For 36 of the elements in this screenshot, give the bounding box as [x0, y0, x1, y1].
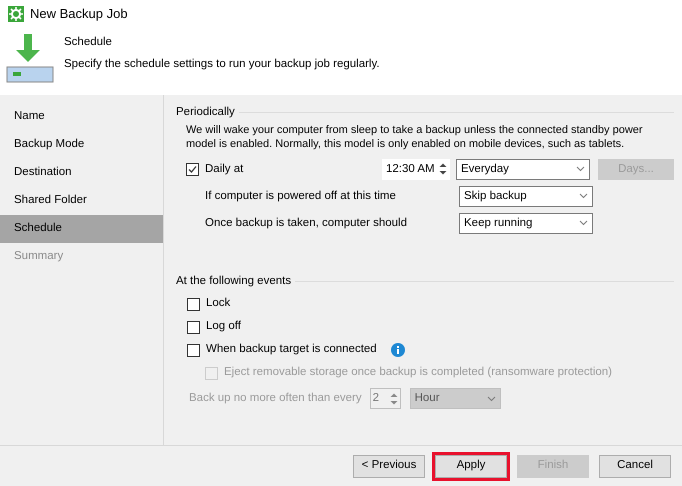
wizard-button[interactable]: Cancel — [599, 454, 671, 478]
option-label: Once backup is taken, computer should — [205, 216, 408, 231]
wizard-step[interactable]: Destination — [0, 159, 163, 187]
gear-icon — [8, 6, 24, 22]
spinner-icon[interactable] — [438, 161, 448, 178]
checkbox-label: Log off — [206, 319, 241, 334]
wizard-button[interactable]: < Previous — [353, 454, 425, 478]
wizard-step[interactable]: Schedule — [0, 215, 163, 243]
checkbox-label: When backup target is connected — [206, 342, 377, 358]
wizard-step[interactable]: Shared Folder — [0, 187, 163, 215]
checkbox-label: Lock — [206, 296, 230, 312]
caret-icon — [579, 193, 588, 200]
wizard-step[interactable]: Backup Mode — [0, 131, 163, 159]
dropdown[interactable]: Skip backup — [459, 186, 593, 207]
time-field[interactable]: 12:30 AM — [382, 158, 450, 180]
wizard-step[interactable]: Name — [0, 103, 163, 131]
dropdown[interactable]: Everyday — [456, 158, 590, 180]
checkbox[interactable] — [187, 344, 200, 356]
wake-note: We will wake your computer from sleep to take a backup unless the connected standby power model is enabled. Normally, this model is only enabled on mobile devices, such as tablets. — [185, 123, 644, 152]
checkbox-label: Eject removable storage once backup is completed (ransomware protection) — [224, 365, 612, 380]
checkbox[interactable] — [187, 320, 200, 334]
checkbox-label: Daily at — [205, 162, 244, 177]
window-title: New Backup Job — [30, 5, 128, 24]
option-label: If computer is powered off at this time — [205, 188, 397, 204]
caret-icon — [579, 220, 588, 226]
page-title: Schedule — [64, 35, 113, 50]
limit-label: Back up no more often than every — [189, 390, 362, 406]
section-heading: Periodically — [176, 105, 235, 120]
checkbox[interactable] — [186, 162, 199, 176]
checkbox[interactable] — [187, 298, 200, 310]
info-icon[interactable] — [390, 343, 405, 357]
page-description: Specify the schedule settings to run your backup job regularly. — [64, 57, 380, 72]
dropdown[interactable]: Keep running — [459, 212, 593, 234]
caret-icon — [486, 396, 496, 402]
caret-icon — [576, 166, 585, 172]
section-heading: At the following events — [176, 274, 292, 290]
